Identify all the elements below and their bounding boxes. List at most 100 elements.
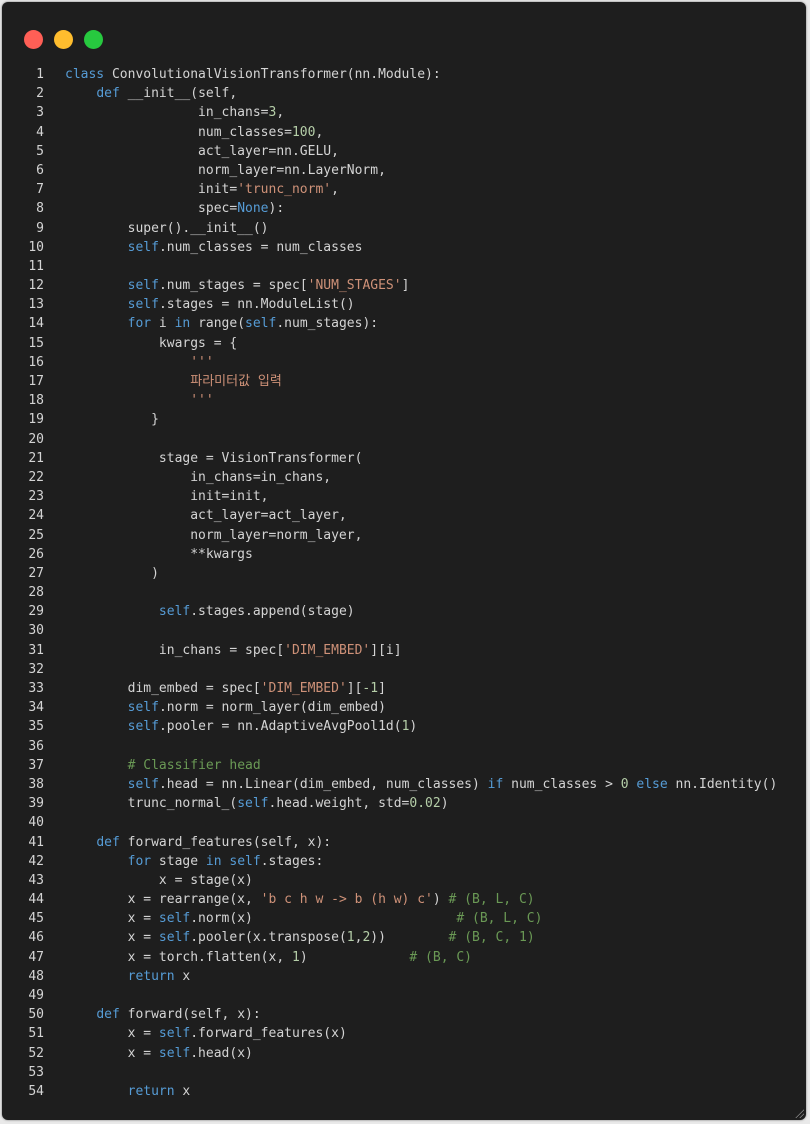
code-line: 14 for i in range(self.num_stages):	[2, 314, 806, 333]
code-token: 파라미터값 입력	[190, 374, 282, 389]
code-text: return x	[65, 1082, 191, 1101]
code-line: 43 x = stage(x)	[2, 871, 806, 890]
code-token: x =	[65, 930, 159, 946]
code-line: 54 return x	[2, 1082, 806, 1101]
line-number: 54	[28, 1083, 44, 1099]
code-token: norm_layer=norm_layer,	[65, 527, 363, 543]
code-token: .stages.append(stage)	[190, 604, 355, 620]
code-line: 1 class ConvolutionalVisionTransformer(nn…	[2, 65, 806, 84]
code-token: .pooler = nn.AdaptiveAvgPool1d(	[158, 719, 402, 735]
line-number: 9	[36, 220, 44, 236]
code-token: for	[127, 316, 152, 332]
code-text: x = self.forward_features(x)	[65, 1024, 347, 1043]
maximize-dot-icon[interactable]	[84, 30, 103, 49]
code-line: 18 '''	[2, 391, 806, 410]
code-token: .norm = norm_layer(dim_embed)	[158, 700, 386, 716]
code-token: # (B, C)	[409, 949, 473, 965]
code-token: return	[127, 1083, 175, 1099]
code-text: norm_layer=norm_layer,	[65, 526, 362, 545]
line-number: 16	[28, 354, 44, 370]
code-token: 0	[620, 776, 629, 792]
code-token: num_classes >	[503, 776, 621, 792]
line-number: 38	[28, 776, 44, 792]
close-dot-icon[interactable]	[24, 30, 43, 49]
code-text: class ConvolutionalVisionTransformer(nn.…	[65, 65, 441, 84]
line-number: 29	[28, 604, 44, 620]
code-line: 13 self.stages = nn.ModuleList()	[2, 295, 806, 314]
code-token: None	[237, 201, 269, 217]
code-line: 39 trunc_normal_(self.head.weight, std=0…	[2, 794, 806, 813]
line-number: 19	[28, 412, 44, 428]
code-token: stage	[151, 853, 206, 869]
code-token: .head.weight, std=	[268, 796, 410, 812]
code-text: in_chans=in_chans,	[65, 468, 331, 487]
code-line: 20	[2, 430, 806, 449]
code-token: 1	[291, 949, 300, 965]
code-text: norm_layer=nn.LayerNorm,	[65, 161, 386, 180]
code-line: 32	[2, 660, 806, 679]
code-token: range(	[190, 316, 246, 332]
code-token: .stages:	[260, 853, 324, 869]
code-text: self.head = nn.Linear(dim_embed, num_cla…	[65, 775, 778, 794]
code-token: stage = VisionTransformer(	[65, 450, 363, 466]
code-token: self	[127, 700, 159, 716]
code-window: 1 class ConvolutionalVisionTransformer(nn…	[2, 2, 806, 1120]
code-token: def	[96, 834, 120, 850]
line-number: 27	[28, 565, 44, 581]
code-token: .pooler(x.transpose(	[190, 930, 347, 946]
line-number: 36	[28, 738, 44, 754]
code-token: **kwargs	[65, 546, 253, 562]
code-text: stage = VisionTransformer(	[65, 449, 363, 468]
code-text: dim_embed = spec['DIM_EMBED'][-1]	[65, 679, 386, 698]
code-token: x =	[65, 911, 159, 927]
code-token: self	[127, 278, 159, 294]
code-text: x = self.head(x)	[65, 1044, 253, 1063]
code-line: 31 in_chans = spec['DIM_EMBED'][i]	[2, 641, 806, 660]
code-line: 50 def forward(self, x):	[2, 1005, 806, 1024]
code-token: )	[432, 892, 449, 908]
code-token: else	[636, 776, 668, 792]
code-line: 35 self.pooler = nn.AdaptiveAvgPool1d(1)	[2, 717, 806, 736]
line-number: 44	[28, 892, 44, 908]
code-block[interactable]: 1 class ConvolutionalVisionTransformer(nn…	[2, 65, 806, 1101]
code-token: ]	[401, 278, 410, 294]
code-line: 41 def forward_features(self, x):	[2, 833, 806, 852]
code-token: num_classes=	[65, 124, 292, 140]
line-number: 43	[28, 872, 44, 888]
code-line: 37 # Classifier head	[2, 756, 806, 775]
line-number: 12	[28, 278, 44, 294]
code-token: def	[96, 86, 120, 102]
code-token: x	[174, 1083, 191, 1099]
line-number: 17	[28, 374, 44, 389]
code-token: .forward_features(x)	[190, 1026, 347, 1042]
code-token: 0.02	[409, 796, 441, 812]
code-text: trunc_normal_(self.head.weight, std=0.02…	[65, 794, 449, 813]
minimize-dot-icon[interactable]	[54, 30, 73, 49]
code-text: num_classes=100,	[65, 123, 323, 142]
code-text: # Classifier head	[65, 756, 261, 775]
code-token: x = stage(x)	[65, 872, 253, 888]
code-token: kwargs = {	[65, 335, 238, 351]
line-number: 34	[28, 700, 44, 716]
code-text: act_layer=act_layer,	[65, 506, 347, 525]
code-token: .num_stages):	[276, 316, 379, 332]
resize-handle-icon[interactable]	[794, 1108, 804, 1118]
code-token: x = torch.flatten(x,	[65, 949, 292, 965]
code-line: 17 파라미터값 입력	[2, 372, 806, 391]
code-line: 29 self.stages.append(stage)	[2, 602, 806, 621]
code-text: self.stages = nn.ModuleList()	[65, 295, 355, 314]
code-text: x = self.norm(x) # (B, L, C)	[65, 909, 543, 928]
code-token: act_layer=act_layer,	[65, 508, 347, 524]
code-line: 16 '''	[2, 353, 806, 372]
code-token: -1	[362, 681, 379, 696]
code-text: kwargs = {	[65, 334, 237, 353]
line-number: 31	[28, 642, 44, 658]
code-text: '''	[65, 353, 213, 372]
code-text: in_chans = spec['DIM_EMBED'][i]	[65, 641, 402, 660]
code-line: 51 x = self.forward_features(x)	[2, 1024, 806, 1043]
